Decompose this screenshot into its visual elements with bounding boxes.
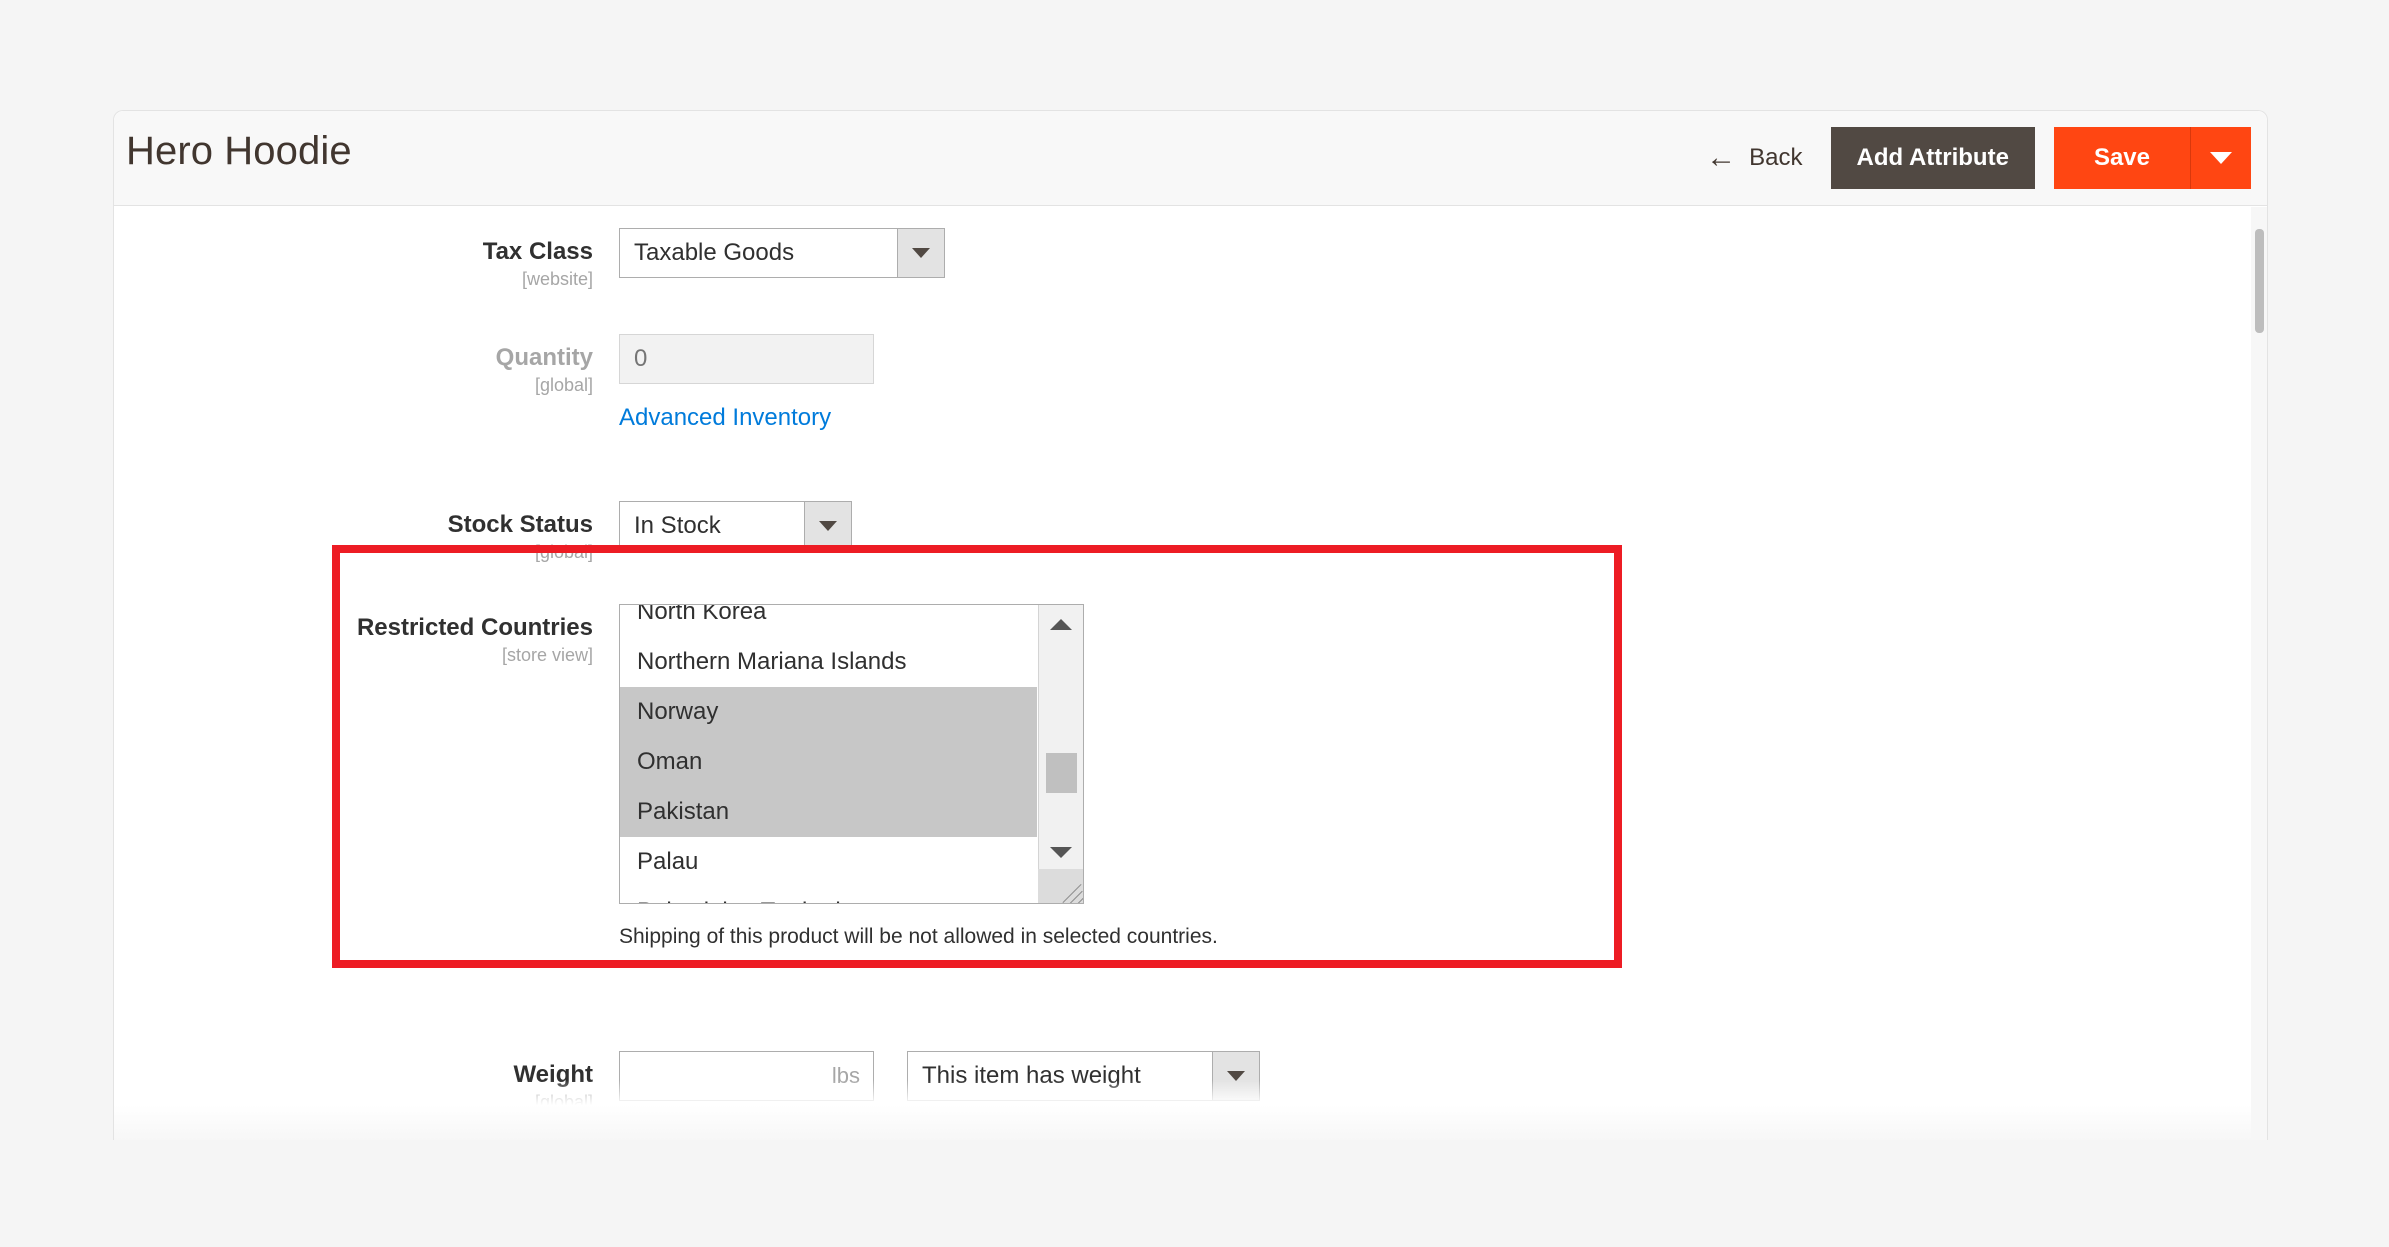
page-scrollbar[interactable] bbox=[2251, 207, 2267, 1140]
page-header: Hero Hoodie ← Back Add Attribute Save bbox=[114, 111, 2267, 206]
save-dropdown-toggle[interactable] bbox=[2191, 127, 2251, 189]
product-edit-card: Hero Hoodie ← Back Add Attribute Save Ta… bbox=[113, 110, 2268, 1140]
weight-type-select-arrow[interactable] bbox=[1212, 1051, 1260, 1101]
back-button[interactable]: ← Back bbox=[1706, 143, 1830, 173]
weight-type-select-value: This item has weight bbox=[907, 1051, 1212, 1101]
caret-down-icon bbox=[912, 248, 930, 258]
weight-label: Weight bbox=[513, 1061, 593, 1088]
back-button-label: Back bbox=[1749, 144, 1803, 171]
caret-down-icon bbox=[1227, 1071, 1245, 1081]
restricted-countries-label-box: Restricted Countries [store view] bbox=[114, 604, 619, 667]
field-row-quantity: Quantity [global] Advanced Inventory bbox=[114, 334, 874, 432]
tax-class-select-value: Taxable Goods bbox=[619, 228, 897, 278]
quantity-control: Advanced Inventory bbox=[619, 334, 874, 432]
tax-class-control: Taxable Goods bbox=[619, 228, 945, 278]
listbox-option[interactable]: North Korea bbox=[620, 605, 1037, 637]
scroll-down-arrow-icon[interactable] bbox=[1039, 833, 1083, 871]
header-actions: ← Back Add Attribute Save bbox=[1706, 127, 2251, 189]
listbox-option[interactable]: Pakistan bbox=[620, 787, 1037, 837]
listbox-option[interactable]: Palau bbox=[620, 837, 1037, 887]
quantity-scope: [global] bbox=[534, 374, 593, 395]
quantity-input[interactable] bbox=[619, 334, 874, 384]
quantity-label-box: Quantity [global] bbox=[114, 334, 619, 397]
tax-class-scope: [website] bbox=[521, 268, 593, 289]
stock-status-select-value: In Stock bbox=[619, 501, 804, 551]
restricted-countries-control: North Korea Northern Mariana Islands Norwa… bbox=[619, 604, 1218, 949]
tax-class-label-box: Tax Class [website] bbox=[114, 228, 619, 291]
stock-status-label-box: Stock Status [global] bbox=[114, 501, 619, 564]
add-attribute-button[interactable]: Add Attribute bbox=[1830, 127, 2035, 189]
resize-grip-icon[interactable] bbox=[1038, 869, 1083, 903]
listbox-scrollbar-thumb[interactable] bbox=[1046, 753, 1077, 793]
listbox-option[interactable]: Oman bbox=[620, 737, 1037, 787]
save-button[interactable]: Save bbox=[2053, 127, 2191, 189]
save-split-button: Save bbox=[2053, 127, 2251, 189]
weight-input-wrapper: lbs bbox=[619, 1051, 874, 1101]
caret-down-icon bbox=[1050, 846, 1072, 858]
listbox-option[interactable]: Palestinian Territories bbox=[620, 887, 1037, 903]
restricted-countries-option-list: North Korea Northern Mariana Islands Norwa… bbox=[620, 605, 1037, 903]
page-title: Hero Hoodie bbox=[126, 129, 352, 173]
arrow-left-icon: ← bbox=[1706, 141, 1737, 174]
field-row-tax-class: Tax Class [website] Taxable Goods bbox=[114, 228, 945, 291]
tax-class-label: Tax Class bbox=[482, 238, 593, 265]
stock-status-select-arrow[interactable] bbox=[804, 501, 852, 551]
stock-status-control: In Stock bbox=[619, 501, 852, 551]
caret-down-icon bbox=[819, 521, 837, 531]
restricted-countries-note: Shipping of this product will be not all… bbox=[619, 925, 1218, 948]
quantity-label: Quantity bbox=[495, 344, 593, 371]
caret-up-icon bbox=[1050, 618, 1072, 630]
listbox-option[interactable]: Northern Mariana Islands bbox=[620, 637, 1037, 687]
weight-type-select[interactable]: This item has weight bbox=[907, 1051, 1260, 1101]
weight-control: lbs This item has weight bbox=[619, 1051, 1260, 1101]
field-row-weight: Weight [global] lbs This item has weight bbox=[114, 1051, 1260, 1114]
tax-class-select-arrow[interactable] bbox=[897, 228, 945, 278]
tax-class-select[interactable]: Taxable Goods bbox=[619, 228, 945, 278]
stock-status-select[interactable]: In Stock bbox=[619, 501, 852, 551]
caret-down-icon bbox=[2210, 152, 2232, 164]
listbox-option[interactable]: Norway bbox=[620, 687, 1037, 737]
stock-status-scope: [global] bbox=[534, 541, 593, 562]
page-scrollbar-thumb[interactable] bbox=[2255, 229, 2264, 333]
weight-scope: [global] bbox=[534, 1091, 593, 1112]
restricted-countries-listbox[interactable]: North Korea Northern Mariana Islands Norwa… bbox=[619, 604, 1084, 904]
field-row-stock-status: Stock Status [global] In Stock bbox=[114, 501, 852, 564]
advanced-inventory-link[interactable]: Advanced Inventory bbox=[619, 404, 874, 432]
restricted-countries-label: Restricted Countries bbox=[356, 614, 593, 641]
field-row-restricted-countries: Restricted Countries [store view] North … bbox=[114, 604, 1218, 949]
weight-label-box: Weight [global] bbox=[114, 1051, 619, 1114]
restricted-countries-scope: [store view] bbox=[501, 644, 593, 665]
weight-input[interactable] bbox=[619, 1051, 874, 1101]
listbox-scrollbar[interactable] bbox=[1038, 605, 1083, 903]
stock-status-label: Stock Status bbox=[447, 511, 593, 538]
scroll-up-arrow-icon[interactable] bbox=[1039, 605, 1083, 643]
